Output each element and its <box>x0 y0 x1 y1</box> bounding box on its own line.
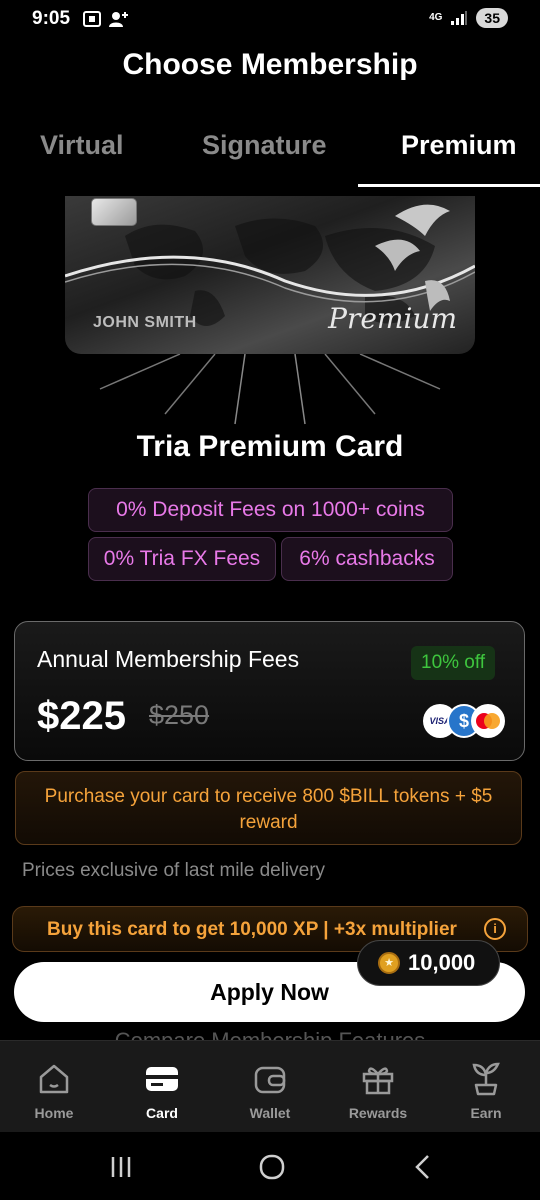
nav-label-card: Card <box>146 1105 178 1121</box>
status-time: 9:05 <box>32 8 71 29</box>
fees-label: Annual Membership Fees <box>37 646 300 672</box>
nav-item-card[interactable]: Card <box>108 1041 216 1133</box>
back-icon[interactable] <box>408 1152 438 1182</box>
tab-signature[interactable]: Signature <box>202 130 327 161</box>
xp-balance-pill[interactable]: ★ 10,000 <box>357 940 500 986</box>
signal-icon <box>451 11 468 25</box>
original-price: $250 <box>149 700 210 730</box>
feature-chip-deposit-fees: 0% Deposit Fees on 1000+ coins <box>88 488 453 532</box>
xp-banner-text: Buy this card to get 10,000 XP | +3x mul… <box>47 919 457 940</box>
delivery-note: Prices exclusive of last mile delivery <box>22 860 326 881</box>
card-icon <box>146 1067 178 1091</box>
nav-item-home[interactable]: Home <box>0 1041 108 1133</box>
card-title: Tria Premium Card <box>136 430 404 463</box>
home-button-icon[interactable] <box>257 1152 287 1182</box>
coin-icon: ★ <box>378 952 400 974</box>
reward-banner: Purchase your card to receive 800 $BILL … <box>15 771 522 845</box>
nav-item-rewards[interactable]: Rewards <box>324 1041 432 1133</box>
light-beams-graphic <box>99 354 441 425</box>
screenshot-icon <box>83 11 101 27</box>
payment-methods: VISA $ <box>423 704 507 740</box>
nav-item-earn[interactable]: Earn <box>432 1041 540 1133</box>
card-brand: Premium <box>328 302 457 335</box>
card-holder-name: JOHN SMITH <box>93 314 197 331</box>
premium-card-image: JOHN SMITH Premium <box>65 196 475 354</box>
add-person-icon <box>109 12 128 27</box>
nav-label-rewards: Rewards <box>348 1105 408 1121</box>
battery-indicator: 35 <box>476 8 508 28</box>
tab-underline <box>358 184 540 187</box>
system-nav-bar <box>0 1132 540 1200</box>
discount-badge: 10% off <box>411 646 496 680</box>
tab-premium[interactable]: Premium <box>401 130 517 161</box>
plant-icon <box>472 1062 500 1096</box>
feature-chip-fx-fees: 0% Tria FX Fees <box>88 537 276 581</box>
home-icon <box>39 1064 69 1094</box>
membership-tabs: Virtual Signature Premium <box>0 120 540 188</box>
info-icon[interactable]: i <box>484 918 506 940</box>
recent-apps-icon[interactable] <box>106 1152 136 1182</box>
card-chip <box>91 198 137 226</box>
nav-label-wallet: Wallet <box>249 1105 291 1121</box>
membership-fees-card: Annual Membership Fees 10% off $225 $250… <box>14 621 525 761</box>
network-label: 4G <box>429 12 443 23</box>
nav-label-earn: Earn <box>470 1105 502 1121</box>
current-price: $225 <box>37 694 126 738</box>
feature-chip-cashback: 6% cashbacks <box>281 537 453 581</box>
xp-balance-value: 10,000 <box>408 950 476 975</box>
status-bar: 9:05 4G 35 <box>0 0 540 40</box>
tab-virtual[interactable]: Virtual <box>40 130 124 161</box>
wallet-icon <box>254 1066 286 1094</box>
page-title: Choose Membership <box>122 48 418 81</box>
nav-label-home: Home <box>34 1105 74 1121</box>
mastercard-icon <box>471 704 505 738</box>
nav-item-wallet[interactable]: Wallet <box>216 1041 324 1133</box>
gift-icon <box>362 1067 394 1095</box>
bottom-nav: Home Card Wallet Rewards Earn <box>0 1040 540 1132</box>
